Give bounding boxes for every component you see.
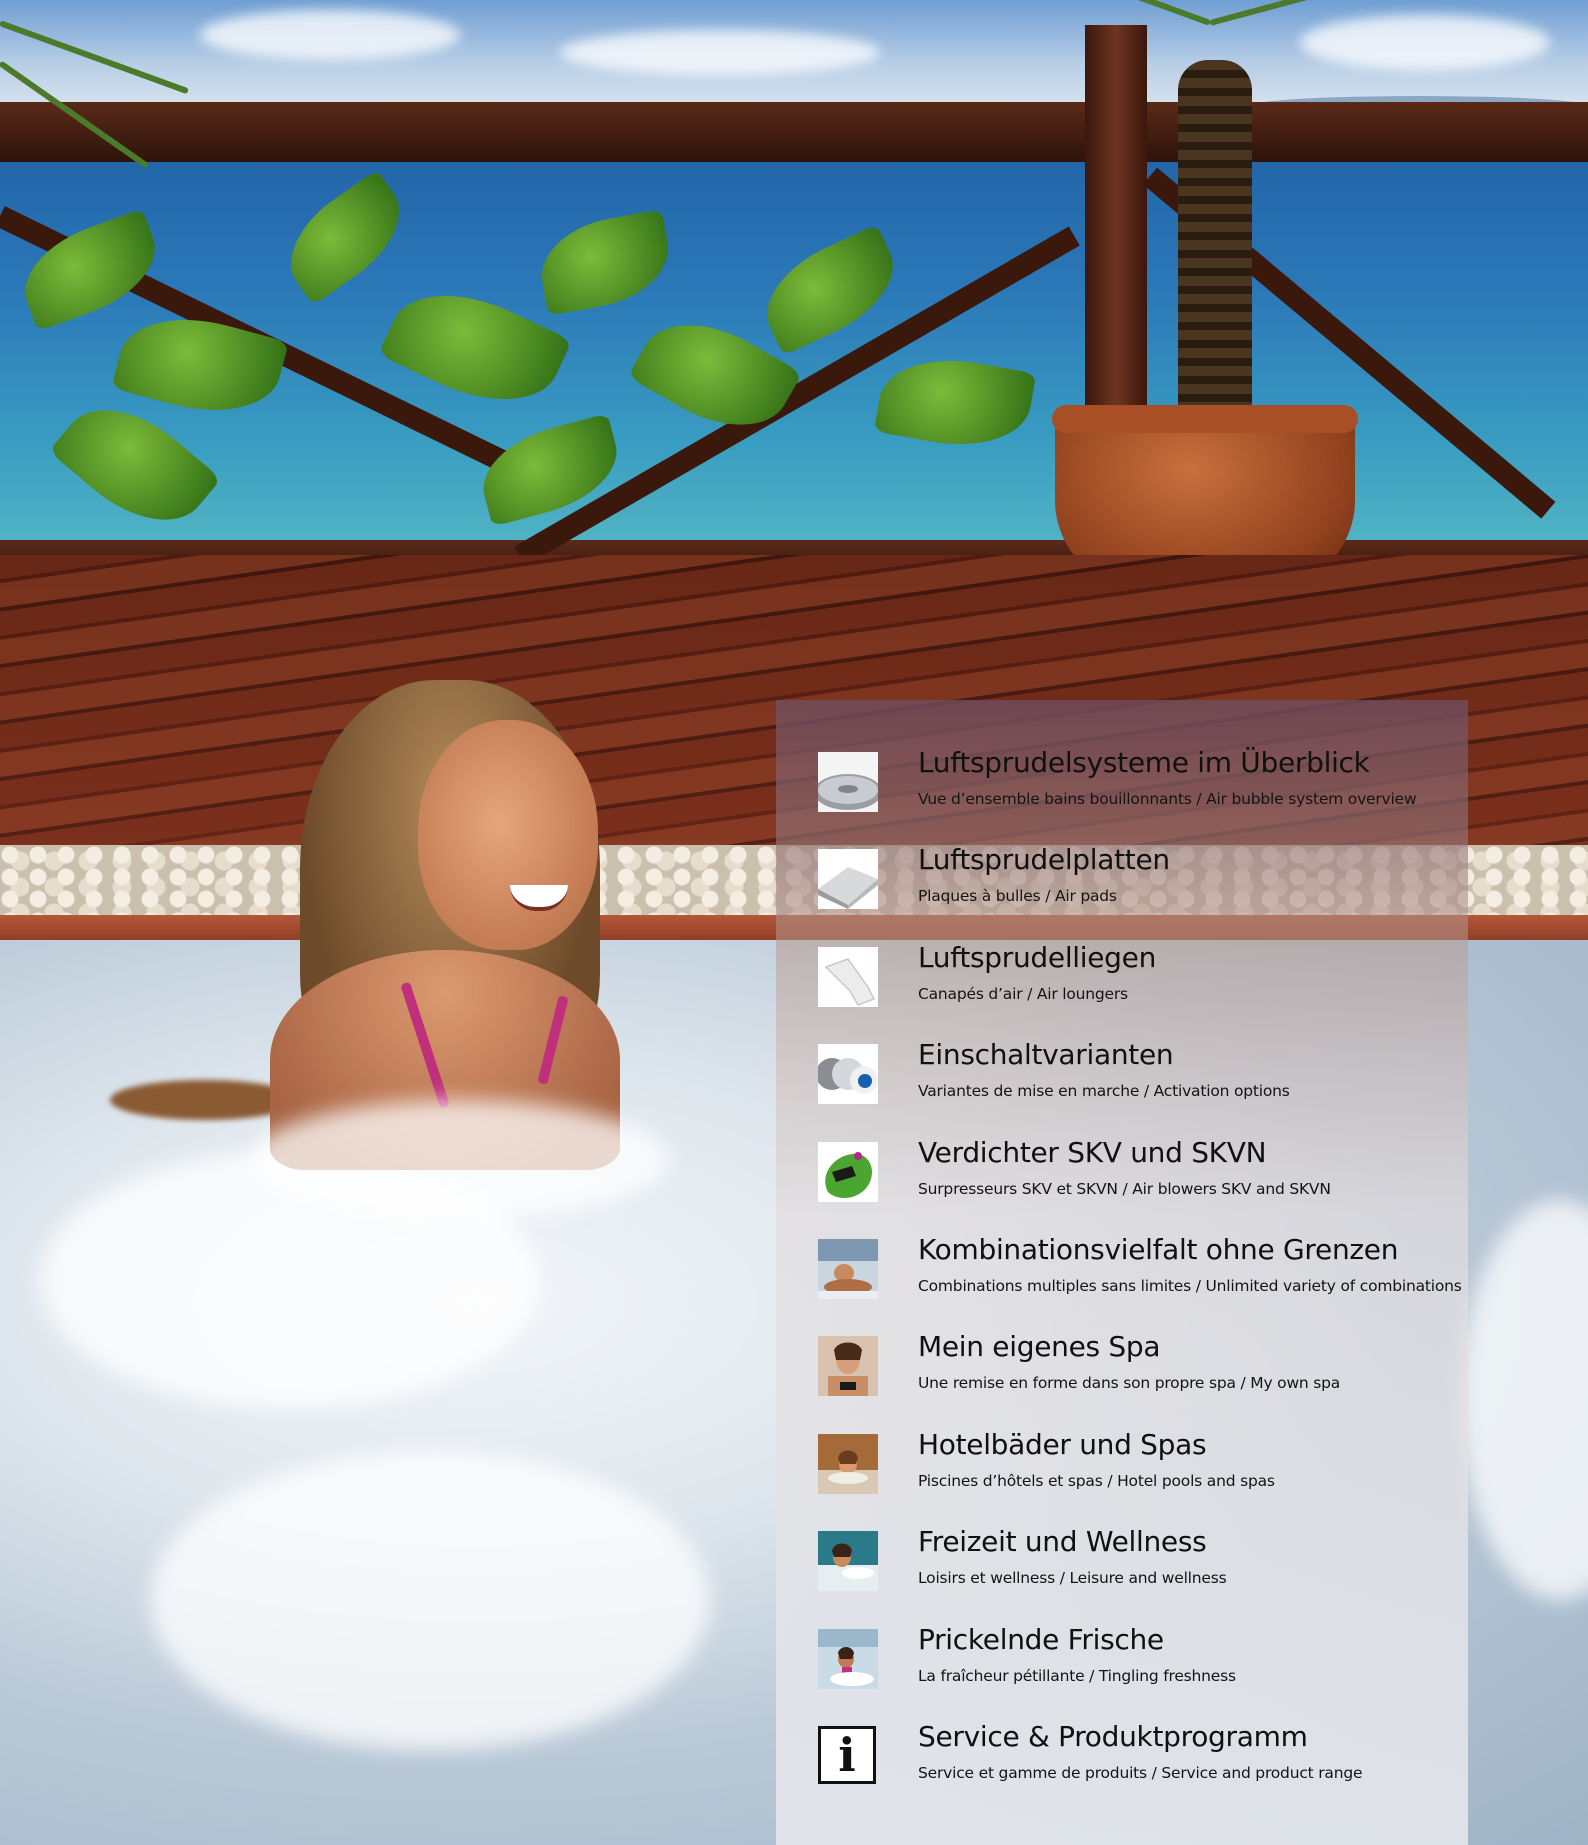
menu-item-hotel-pools[interactable]: Hotelbäder und Spas Piscines d’hôtels et… bbox=[818, 1428, 1458, 1514]
menu-item-subtitle: Loisirs et wellness / Leisure and wellne… bbox=[918, 1569, 1227, 1587]
combination-photo-icon bbox=[818, 1239, 878, 1299]
pad-icon bbox=[818, 849, 878, 909]
freshness-photo-icon bbox=[818, 1629, 878, 1689]
menu-item-leisure-wellness[interactable]: Freizeit und Wellness Loisirs et wellnes… bbox=[818, 1525, 1458, 1611]
menu-item-subtitle: Surpresseurs SKV et SKVN / Air blowers S… bbox=[918, 1180, 1331, 1198]
cloud bbox=[1300, 15, 1550, 70]
menu-item-activation-options[interactable]: Einschaltvarianten Variantes de mise en … bbox=[818, 1038, 1458, 1124]
menu-item-title: Service & Produktprogramm bbox=[918, 1720, 1308, 1753]
lounger-icon bbox=[818, 947, 878, 1007]
foam bbox=[150, 1450, 710, 1750]
disc-icon bbox=[818, 752, 878, 812]
menu-item-subtitle: Vue d’ensemble bains bouillonnants / Air… bbox=[918, 790, 1417, 808]
menu-item-subtitle: Combinations multiples sans limites / Un… bbox=[918, 1277, 1462, 1295]
menu-item-title: Kombinationsvielfalt ohne Grenzen bbox=[918, 1233, 1399, 1266]
menu-item-air-blowers[interactable]: Verdichter SKV und SKVN Surpresseurs SKV… bbox=[818, 1136, 1458, 1222]
menu-item-subtitle: Piscines d’hôtels et spas / Hotel pools … bbox=[918, 1472, 1275, 1490]
palm-trunk bbox=[1178, 60, 1252, 430]
menu-item-title: Prickelnde Frische bbox=[918, 1623, 1164, 1656]
flower-pot-rim bbox=[1052, 405, 1358, 433]
cloud bbox=[560, 30, 880, 75]
menu-item-title: Luftsprudelliegen bbox=[918, 941, 1157, 974]
menu-item-title: Freizeit und Wellness bbox=[918, 1525, 1207, 1558]
menu-item-title: Mein eigenes Spa bbox=[918, 1330, 1161, 1363]
menu-item-overview[interactable]: Luftsprudelsysteme im Überblick Vue d’en… bbox=[818, 746, 1458, 832]
menu-item-air-pads[interactable]: Luftsprudelplatten Plaques à bulles / Ai… bbox=[818, 843, 1458, 929]
menu-item-air-loungers[interactable]: Luftsprudelliegen Canapés d’air / Air lo… bbox=[818, 941, 1458, 1027]
menu-item-combinations[interactable]: Kombinationsvielfalt ohne Grenzen Combin… bbox=[818, 1233, 1462, 1319]
menu-item-title: Einschaltvarianten bbox=[918, 1038, 1174, 1071]
menu-item-own-spa[interactable]: Mein eigenes Spa Une remise en forme dan… bbox=[818, 1330, 1458, 1416]
menu-item-subtitle: Canapés d’air / Air loungers bbox=[918, 985, 1128, 1003]
cloud bbox=[200, 10, 460, 60]
menu-item-title: Luftsprudelplatten bbox=[918, 843, 1170, 876]
menu-item-title: Luftsprudelsysteme im Überblick bbox=[918, 746, 1370, 779]
foam bbox=[250, 1100, 670, 1220]
woman-face bbox=[418, 720, 598, 950]
info-icon: i bbox=[818, 1726, 876, 1784]
info-icon-glyph: i bbox=[838, 1728, 856, 1782]
menu-item-subtitle: Plaques à bulles / Air pads bbox=[918, 887, 1117, 905]
railing-top-beam bbox=[0, 102, 1588, 162]
menu-item-service-product-range[interactable]: i Service & Produktprogramm Service et g… bbox=[818, 1720, 1458, 1806]
blower-icon bbox=[818, 1142, 878, 1202]
menu-item-subtitle: La fraîcheur pétillante / Tingling fresh… bbox=[918, 1667, 1236, 1685]
menu-item-title: Verdichter SKV und SKVN bbox=[918, 1136, 1267, 1169]
hotel-photo-icon bbox=[818, 1434, 878, 1494]
menu-item-title: Hotelbäder und Spas bbox=[918, 1428, 1207, 1461]
menu-item-subtitle: Service et gamme de produits / Service a… bbox=[918, 1764, 1363, 1782]
menu-item-subtitle: Une remise en forme dans son propre spa … bbox=[918, 1374, 1341, 1392]
menu-item-subtitle: Variantes de mise en marche / Activation… bbox=[918, 1082, 1290, 1100]
menu-item-tingling-freshness[interactable]: Prickelnde Frische La fraîcheur pétillan… bbox=[818, 1623, 1458, 1709]
leisure-photo-icon bbox=[818, 1531, 878, 1591]
spa-photo-icon bbox=[818, 1336, 878, 1396]
switch-icon bbox=[818, 1044, 878, 1104]
